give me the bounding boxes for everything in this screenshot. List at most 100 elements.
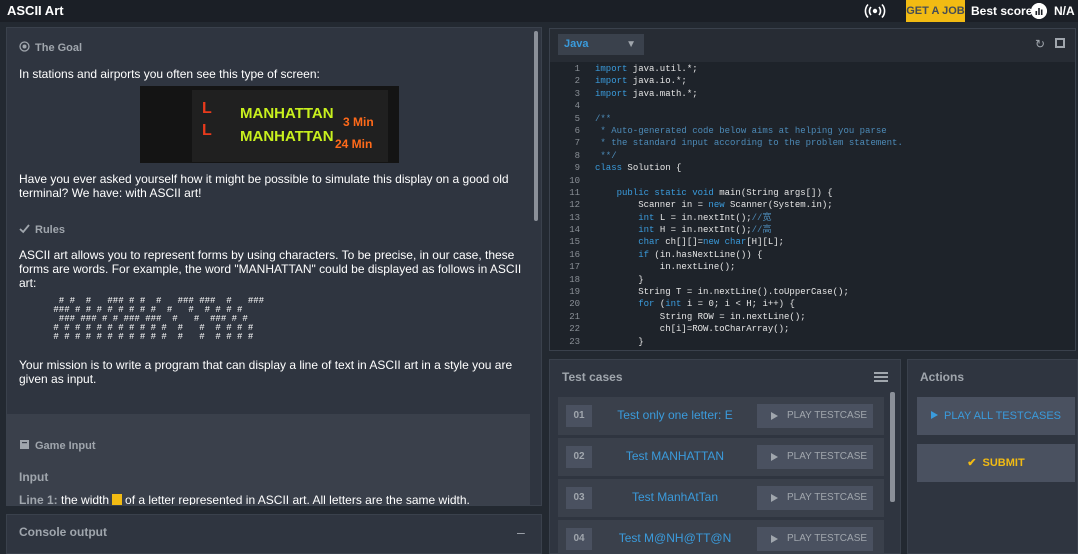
code-line[interactable]: 3 import java.math.*; bbox=[550, 88, 1075, 100]
code-line[interactable]: 5 /** bbox=[550, 113, 1075, 125]
code-line[interactable]: 14 int H = in.nextInt();//高 bbox=[550, 224, 1075, 236]
line-number: 13 bbox=[569, 212, 580, 223]
code-line[interactable]: 6 * Auto-generated code below aims at he… bbox=[550, 125, 1075, 137]
code-line[interactable]: 4 bbox=[550, 100, 1075, 112]
test-case-number: 03 bbox=[566, 487, 592, 509]
test-case-row[interactable]: 03 Test ManhAtTan PLAY TESTCASE bbox=[558, 479, 884, 517]
line-number: 20 bbox=[569, 299, 580, 310]
code-line[interactable]: 11 public static void main(String args[]… bbox=[550, 187, 1075, 199]
code-line[interactable]: 2 import java.io.*; bbox=[550, 75, 1075, 87]
code-text[interactable]: for (int i = 0; i < H; i++) { bbox=[595, 298, 795, 310]
line1-pre: the width bbox=[61, 493, 110, 506]
test-case-row[interactable]: 02 Test MANHATTAN PLAY TESTCASE bbox=[558, 438, 884, 476]
test-case-name[interactable]: Test ManhAtTan bbox=[600, 490, 750, 504]
code-text[interactable]: int L = in.nextInt();//宽 bbox=[595, 212, 771, 224]
code-line[interactable]: 15 char ch[][]=new char[H][L]; bbox=[550, 236, 1075, 248]
code-text[interactable]: char ch[][]=new char[H][L]; bbox=[595, 236, 784, 248]
line-number: 21 bbox=[569, 311, 580, 322]
line-number: 16 bbox=[569, 249, 580, 260]
play-testcase-button[interactable]: PLAY TESTCASE bbox=[757, 445, 873, 469]
play-testcase-button[interactable]: PLAY TESTCASE bbox=[757, 527, 873, 551]
play-testcase-button[interactable]: PLAY TESTCASE bbox=[757, 486, 873, 510]
code-text[interactable]: import java.io.*; bbox=[595, 75, 687, 87]
rules-heading: Rules bbox=[19, 223, 65, 236]
test-case-row[interactable]: 04 Test M@NH@TT@N PLAY TESTCASE bbox=[558, 520, 884, 553]
banner-letter-2: L bbox=[202, 122, 212, 139]
code-text[interactable]: class Solution { bbox=[595, 162, 681, 174]
statement-scrollbar[interactable] bbox=[534, 31, 538, 221]
code-line[interactable]: 22 ch[i]=ROW.toCharArray(); bbox=[550, 323, 1075, 335]
reset-code-icon[interactable]: ↻ bbox=[1035, 37, 1045, 51]
check-icon: ✔ bbox=[967, 457, 977, 469]
code-text[interactable]: import java.math.*; bbox=[595, 88, 698, 100]
code-line[interactable]: 9 class Solution { bbox=[550, 162, 1075, 174]
station-display-graphic: L MANHATTAN 3 Min L MANHATTAN 24 Min bbox=[140, 86, 399, 163]
code-text[interactable]: Scanner in = new Scanner(System.in); bbox=[595, 199, 832, 211]
code-text[interactable]: /** bbox=[595, 113, 611, 125]
list-icon[interactable] bbox=[874, 372, 888, 382]
fullscreen-icon[interactable] bbox=[1055, 38, 1065, 48]
test-case-name[interactable]: Test only one letter: E bbox=[600, 408, 750, 422]
test-cases-title: Test cases bbox=[562, 370, 623, 384]
broadcast-icon[interactable] bbox=[864, 2, 886, 20]
line-number: 18 bbox=[569, 274, 580, 285]
code-text[interactable]: ch[i]=ROW.toCharArray(); bbox=[595, 323, 790, 335]
line-number: 19 bbox=[569, 287, 580, 298]
best-score-label: Best score bbox=[971, 4, 1033, 18]
line-number: 8 bbox=[574, 150, 580, 161]
code-line[interactable]: 1 import java.util.*; bbox=[550, 63, 1075, 75]
test-cases-scrollbar[interactable] bbox=[890, 392, 895, 502]
console-output-panel[interactable]: Console output – bbox=[6, 514, 542, 554]
code-line[interactable]: 13 int L = in.nextInt();//宽 bbox=[550, 212, 1075, 224]
test-case-number: 02 bbox=[566, 446, 592, 468]
code-line[interactable]: 23 } bbox=[550, 336, 1075, 348]
play-icon bbox=[771, 494, 778, 502]
test-case-name[interactable]: Test MANHATTAN bbox=[600, 449, 750, 463]
code-text[interactable]: * the standard input according to the pr… bbox=[595, 137, 902, 149]
code-line[interactable]: 21 String ROW = in.nextLine(); bbox=[550, 311, 1075, 323]
code-text[interactable]: String ROW = in.nextLine(); bbox=[595, 311, 806, 323]
code-line[interactable]: 19 String T = in.nextLine().toUpperCase(… bbox=[550, 286, 1075, 298]
code-line[interactable]: 16 if (in.hasNextLine()) { bbox=[550, 249, 1075, 261]
code-text[interactable]: } bbox=[595, 336, 643, 348]
play-testcase-button[interactable]: PLAY TESTCASE bbox=[757, 404, 873, 428]
code-text[interactable]: public static void main(String args[]) { bbox=[595, 187, 833, 199]
code-text[interactable]: import java.util.*; bbox=[595, 63, 698, 75]
code-text[interactable]: int H = in.nextInt();//高 bbox=[595, 224, 771, 236]
line-number: 14 bbox=[569, 225, 580, 236]
code-line[interactable]: 20 for (int i = 0; i < H; i++) { bbox=[550, 298, 1075, 310]
code-text[interactable]: * Auto-generated code below aims at help… bbox=[595, 125, 886, 137]
get-a-job-button[interactable]: GET A JOB bbox=[906, 0, 965, 22]
code-text[interactable]: String T = in.nextLine().toUpperCase(); bbox=[595, 286, 849, 298]
banner-time-1: 3 Min bbox=[343, 115, 374, 129]
statement-panel[interactable]: The Goal In stations and airports you of… bbox=[6, 27, 542, 506]
language-select[interactable]: Java ▼ bbox=[558, 34, 644, 55]
submit-button[interactable]: ✔ SUBMIT bbox=[917, 444, 1075, 482]
play-icon bbox=[771, 453, 778, 461]
code-text[interactable]: if (in.hasNextLine()) { bbox=[595, 249, 762, 261]
line-number: 5 bbox=[574, 113, 580, 124]
code-line[interactable]: 18 } bbox=[550, 274, 1075, 286]
variable-l-highlight bbox=[112, 494, 123, 505]
play-all-testcases-button[interactable]: PLAY ALL TESTCASES bbox=[917, 397, 1075, 435]
code-line[interactable]: 12 Scanner in = new Scanner(System.in); bbox=[550, 199, 1075, 211]
line-number: 9 bbox=[574, 163, 580, 174]
test-case-row[interactable]: 01 Test only one letter: E PLAY TESTCASE bbox=[558, 397, 884, 435]
goal-heading-label: The Goal bbox=[35, 42, 83, 54]
code-text[interactable]: **/ bbox=[595, 150, 616, 162]
code-line[interactable]: 7 * the standard input according to the … bbox=[550, 137, 1075, 149]
code-text[interactable]: in.nextLine(); bbox=[595, 261, 736, 273]
minimize-icon[interactable]: – bbox=[517, 524, 525, 540]
test-case-name[interactable]: Test M@NH@TT@N bbox=[600, 531, 750, 545]
code-line[interactable]: 10 bbox=[550, 175, 1075, 187]
play-all-label: PLAY ALL TESTCASES bbox=[944, 410, 1061, 422]
code-editor[interactable]: Java ▼ ↻ 1 import java.util.*; 2 import jav… bbox=[549, 28, 1076, 351]
code-text[interactable]: } bbox=[595, 274, 643, 286]
game-input-heading-label: Game Input bbox=[35, 440, 96, 452]
code-lines[interactable]: 1 import java.util.*; 2 import java.io.*; 3 i… bbox=[550, 63, 1075, 348]
goal-question: Have you ever asked yourself how it migh… bbox=[19, 172, 509, 200]
code-line[interactable]: 17 in.nextLine(); bbox=[550, 261, 1075, 273]
play-icon bbox=[771, 412, 778, 420]
code-line[interactable]: 8 **/ bbox=[550, 150, 1075, 162]
language-value: Java bbox=[564, 38, 589, 50]
